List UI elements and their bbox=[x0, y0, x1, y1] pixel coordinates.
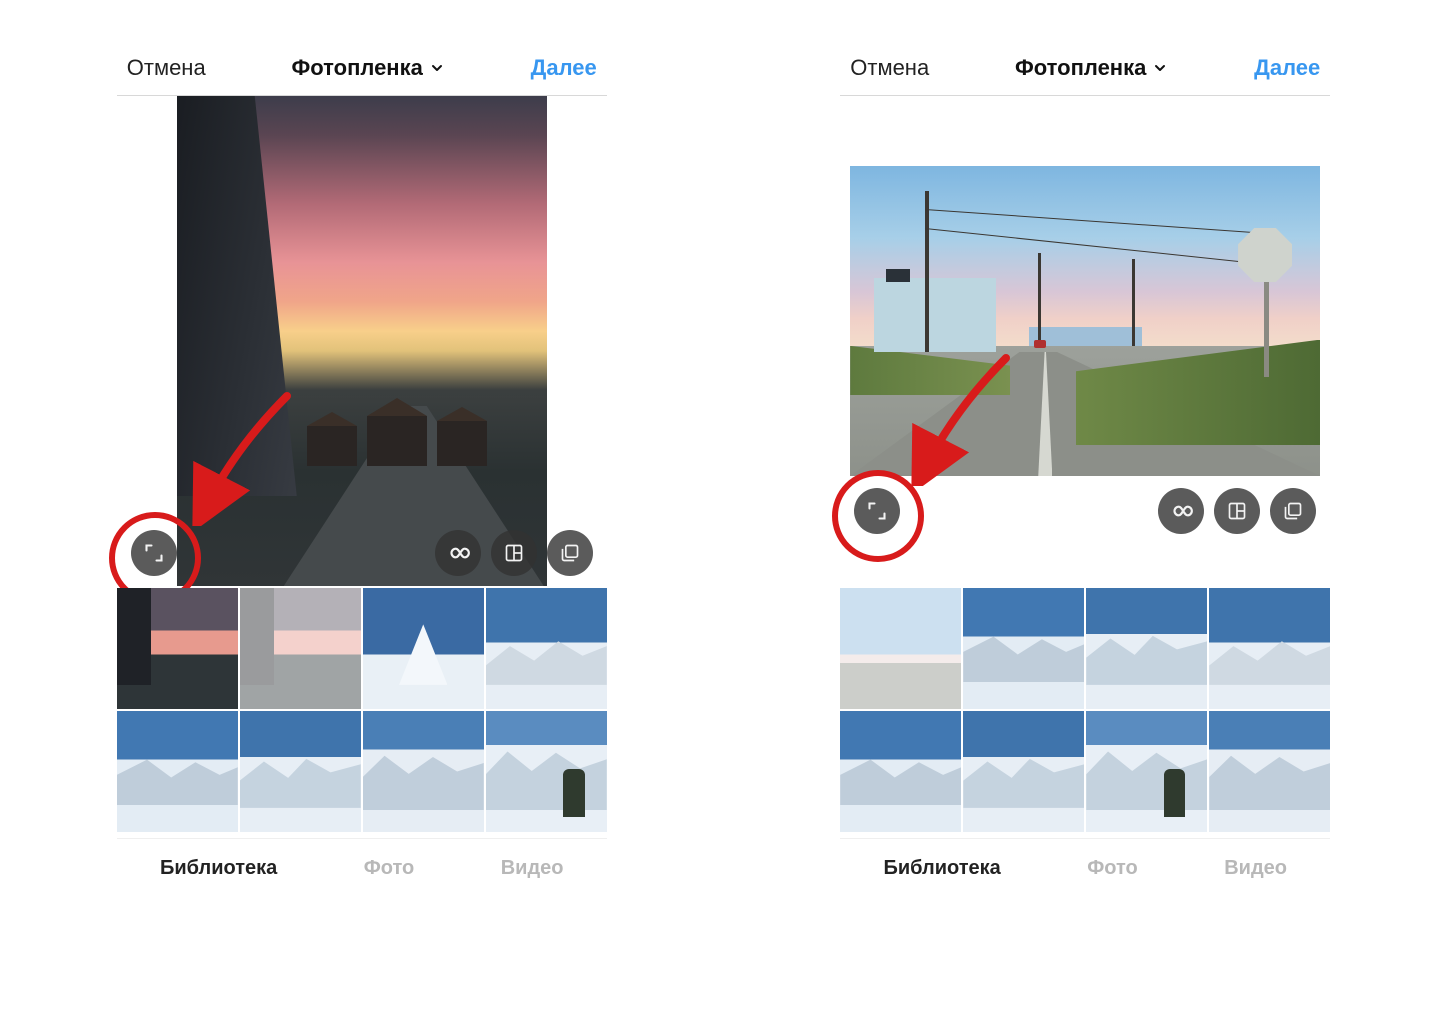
grid-thumb[interactable] bbox=[240, 711, 361, 832]
preview-image bbox=[177, 96, 547, 586]
tab-library[interactable]: Библиотека bbox=[160, 857, 277, 880]
chevron-down-icon bbox=[429, 60, 445, 76]
preview-image bbox=[850, 166, 1320, 476]
infinity-icon bbox=[445, 540, 471, 566]
cancel-button[interactable]: Отмена bbox=[127, 55, 206, 81]
screen-left: Отмена Фотопленка Далее bbox=[117, 40, 607, 898]
infinity-icon bbox=[1168, 498, 1194, 524]
grid-thumb[interactable] bbox=[963, 711, 1084, 832]
grid-thumb[interactable] bbox=[1209, 588, 1330, 709]
tab-video[interactable]: Видео bbox=[501, 857, 564, 880]
next-button[interactable]: Далее bbox=[1254, 55, 1320, 81]
layout-icon bbox=[504, 543, 524, 563]
multi-select-icon bbox=[1283, 501, 1303, 521]
album-picker[interactable]: Фотопленка bbox=[1015, 55, 1168, 81]
boomerang-button[interactable] bbox=[1158, 488, 1204, 534]
screen-right: Отмена Фотопленка Далее bbox=[840, 40, 1330, 898]
album-picker[interactable]: Фотопленка bbox=[292, 55, 445, 81]
cancel-button[interactable]: Отмена bbox=[850, 55, 929, 81]
photo-grid bbox=[117, 588, 607, 832]
layout-button[interactable] bbox=[491, 530, 537, 576]
grid-thumb[interactable] bbox=[117, 588, 238, 709]
next-button[interactable]: Далее bbox=[531, 55, 597, 81]
grid-thumb[interactable] bbox=[840, 711, 961, 832]
expand-icon bbox=[867, 501, 887, 521]
grid-thumb[interactable] bbox=[963, 588, 1084, 709]
photo-grid bbox=[840, 588, 1330, 832]
multi-select-button[interactable] bbox=[1270, 488, 1316, 534]
top-bar: Отмена Фотопленка Далее bbox=[117, 40, 607, 96]
multi-select-icon bbox=[560, 543, 580, 563]
tab-video[interactable]: Видео bbox=[1224, 857, 1287, 880]
grid-thumb[interactable] bbox=[486, 588, 607, 709]
tab-photo[interactable]: Фото bbox=[1087, 857, 1138, 880]
grid-thumb[interactable] bbox=[486, 711, 607, 832]
expand-button[interactable] bbox=[131, 530, 177, 576]
grid-thumb[interactable] bbox=[840, 588, 961, 709]
tab-photo[interactable]: Фото bbox=[364, 857, 415, 880]
layout-icon bbox=[1227, 501, 1247, 521]
album-title: Фотопленка bbox=[1015, 55, 1146, 81]
preview-area[interactable] bbox=[117, 96, 607, 586]
expand-icon bbox=[144, 543, 164, 563]
chevron-down-icon bbox=[1152, 60, 1168, 76]
multi-select-button[interactable] bbox=[547, 530, 593, 576]
preview-overlay-buttons bbox=[840, 488, 1330, 534]
grid-thumb[interactable] bbox=[117, 711, 238, 832]
boomerang-button[interactable] bbox=[435, 530, 481, 576]
grid-thumb[interactable] bbox=[240, 588, 361, 709]
expand-button[interactable] bbox=[854, 488, 900, 534]
preview-area[interactable] bbox=[840, 96, 1330, 586]
grid-thumb[interactable] bbox=[363, 711, 484, 832]
grid-thumb[interactable] bbox=[1086, 588, 1207, 709]
top-bar: Отмена Фотопленка Далее bbox=[840, 40, 1330, 96]
preview-overlay-buttons bbox=[117, 530, 607, 576]
tab-library[interactable]: Библиотека bbox=[883, 857, 1000, 880]
grid-thumb[interactable] bbox=[363, 588, 484, 709]
album-title: Фотопленка bbox=[292, 55, 423, 81]
layout-button[interactable] bbox=[1214, 488, 1260, 534]
grid-thumb[interactable] bbox=[1086, 711, 1207, 832]
bottom-tabs: Библиотека Фото Видео bbox=[840, 838, 1330, 898]
grid-thumb[interactable] bbox=[1209, 711, 1330, 832]
bottom-tabs: Библиотека Фото Видео bbox=[117, 838, 607, 898]
